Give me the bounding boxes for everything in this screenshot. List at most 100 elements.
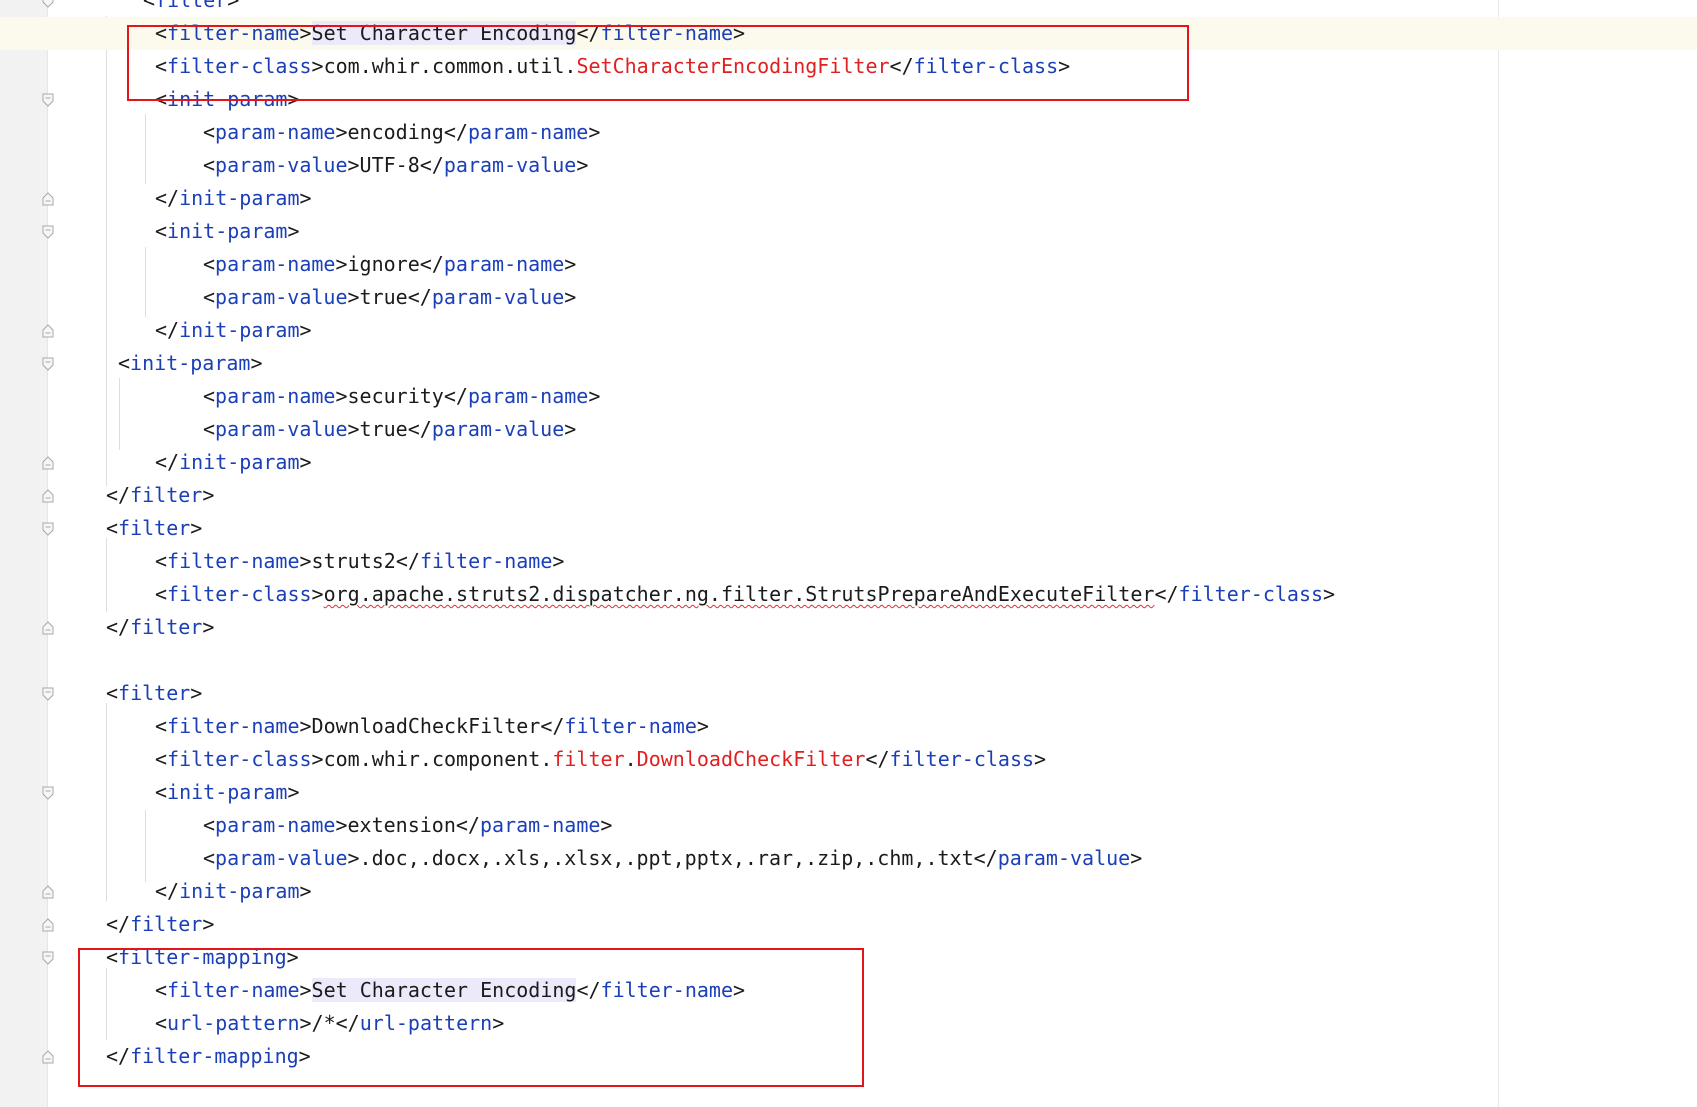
- code-line[interactable]: <init-param>: [0, 347, 1697, 380]
- xml-bracket: >: [311, 582, 324, 606]
- xml-bracket: >: [299, 549, 312, 573]
- xml-bracket: >: [1130, 846, 1143, 870]
- xml-bracket: </: [455, 813, 480, 837]
- xml-tag-name: filter: [118, 516, 191, 540]
- xml-tag-name: param-value: [997, 846, 1131, 870]
- code-text: <filter>: [143, 0, 239, 17]
- code-line[interactable]: <param-name>security</param-name>: [0, 380, 1697, 413]
- xml-bracket: </: [155, 186, 180, 210]
- code-text: </filter>: [106, 479, 214, 512]
- code-text: <filter-name>struts2</filter-name>: [155, 545, 564, 578]
- code-line[interactable]: </init-param>: [0, 314, 1697, 347]
- xml-bracket: >: [202, 912, 215, 936]
- code-line[interactable]: <param-value>.doc,.docx,.xls,.xlsx,.ppt,…: [0, 842, 1697, 875]
- xml-bracket: >: [335, 252, 348, 276]
- xml-bracket: >: [202, 615, 215, 639]
- code-line[interactable]: </filter>: [0, 611, 1697, 644]
- xml-bracket: >: [335, 384, 348, 408]
- code-text: <param-value>.doc,.docx,.xls,.xlsx,.ppt,…: [203, 842, 1142, 875]
- code-line[interactable]: </init-param>: [0, 182, 1697, 215]
- code-text: <init-param>: [155, 776, 300, 809]
- code-text: <param-name>ignore</param-name>: [203, 248, 576, 281]
- code-line[interactable]: </init-param>: [0, 875, 1697, 908]
- xml-text: org.apache.struts2.dispatcher.ng.filter.…: [323, 582, 1155, 606]
- fold-collapse-icon[interactable]: [42, 192, 54, 206]
- fold-collapse-icon[interactable]: [42, 456, 54, 470]
- xml-bracket: <: [155, 219, 168, 243]
- xml-tag-name: param-name: [215, 384, 336, 408]
- code-text: </filter>: [106, 611, 214, 644]
- xml-tag-name: filter-class: [1178, 582, 1324, 606]
- xml-bracket: >: [696, 714, 709, 738]
- xml-bracket: >: [287, 219, 300, 243]
- code-line[interactable]: </init-param>: [0, 446, 1697, 479]
- xml-bracket: </: [155, 879, 180, 903]
- xml-tag-name: init-param: [179, 186, 300, 210]
- fold-collapse-icon[interactable]: [42, 324, 54, 338]
- xml-tag-name: init-param: [167, 780, 288, 804]
- xml-text: UTF-8: [359, 153, 420, 177]
- xml-bracket: >: [564, 417, 577, 441]
- fold-expand-icon[interactable]: [42, 687, 54, 701]
- xml-tag-name: init-param: [167, 219, 288, 243]
- code-line[interactable]: <filter>: [0, 512, 1697, 545]
- code-line[interactable]: <param-name>extension</param-name>: [0, 809, 1697, 842]
- code-line[interactable]: <filter>: [0, 677, 1697, 710]
- xml-tag-name: param-value: [431, 417, 565, 441]
- xml-tag-name: filter-name: [419, 549, 553, 573]
- code-line[interactable]: [0, 644, 1697, 677]
- code-line[interactable]: <param-value>true</param-value>: [0, 413, 1697, 446]
- fold-expand-icon[interactable]: [42, 357, 54, 371]
- xml-bracket: </: [1154, 582, 1179, 606]
- xml-bracket: </: [443, 384, 468, 408]
- code-line[interactable]: <param-name>ignore</param-name>: [0, 248, 1697, 281]
- code-text: </init-param>: [155, 314, 312, 347]
- xml-bracket: </: [395, 549, 420, 573]
- annotation-box-filter-mapping: [78, 948, 864, 1087]
- xml-text: extension: [347, 813, 456, 837]
- code-line[interactable]: <param-value>true</param-value>: [0, 281, 1697, 314]
- fold-expand-icon[interactable]: [42, 951, 54, 965]
- xml-bracket: <: [203, 384, 216, 408]
- xml-tag-name: filter: [130, 483, 203, 507]
- code-line[interactable]: <init-param>: [0, 776, 1697, 809]
- fold-collapse-icon[interactable]: [42, 1050, 54, 1064]
- code-line[interactable]: <filter-name>DownloadCheckFilter</filter…: [0, 710, 1697, 743]
- xml-bracket: >: [190, 516, 203, 540]
- xml-bracket: <: [155, 714, 168, 738]
- fold-expand-icon[interactable]: [42, 522, 54, 536]
- xml-text: .: [624, 747, 637, 771]
- xml-text: com.whir.component.: [323, 747, 553, 771]
- code-line[interactable]: </filter>: [0, 479, 1697, 512]
- xml-bracket: >: [552, 549, 565, 573]
- xml-bracket: <: [203, 417, 216, 441]
- code-text: <param-value>true</param-value>: [203, 281, 576, 314]
- code-line[interactable]: <filter-class>org.apache.struts2.dispatc…: [0, 578, 1697, 611]
- xml-bracket: >: [299, 714, 312, 738]
- fold-expand-icon[interactable]: [42, 93, 54, 107]
- fold-expand-icon[interactable]: [42, 225, 54, 239]
- xml-tag-name: filter: [118, 681, 191, 705]
- code-line[interactable]: <filter>: [0, 0, 1697, 17]
- xml-bracket: <: [106, 516, 119, 540]
- xml-bracket: </: [419, 153, 444, 177]
- fold-collapse-icon[interactable]: [42, 918, 54, 932]
- xml-bracket: <: [143, 0, 156, 12]
- xml-bracket: <: [155, 747, 168, 771]
- fold-collapse-icon[interactable]: [42, 489, 54, 503]
- xml-bracket: >: [564, 252, 577, 276]
- xml-bracket: >: [576, 153, 589, 177]
- xml-bracket: >: [600, 813, 613, 837]
- fold-collapse-icon[interactable]: [42, 621, 54, 635]
- code-line[interactable]: <filter-class>com.whir.component.filter.…: [0, 743, 1697, 776]
- code-line[interactable]: <param-value>UTF-8</param-value>: [0, 149, 1697, 182]
- fold-collapse-icon[interactable]: [42, 885, 54, 899]
- fold-expand-icon[interactable]: [42, 786, 54, 800]
- code-line[interactable]: </filter>: [0, 908, 1697, 941]
- xml-text: struts2: [311, 549, 396, 573]
- xml-tag-name: param-value: [215, 153, 348, 177]
- code-line[interactable]: <param-name>encoding</param-name>: [0, 116, 1697, 149]
- code-line[interactable]: <filter-name>struts2</filter-name>: [0, 545, 1697, 578]
- code-line[interactable]: <init-param>: [0, 215, 1697, 248]
- fold-expand-icon[interactable]: [42, 0, 54, 8]
